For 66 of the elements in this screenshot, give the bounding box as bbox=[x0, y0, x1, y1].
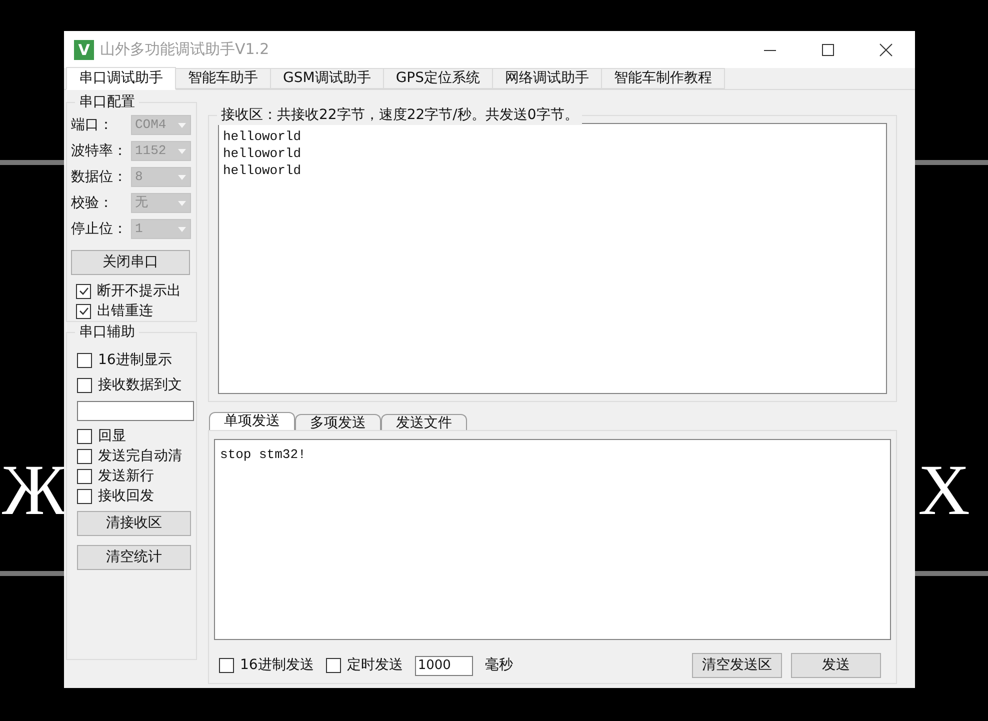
push-button[interactable]: 清空统计 bbox=[77, 545, 191, 570]
checkbox[interactable] bbox=[326, 658, 341, 673]
checkbox[interactable] bbox=[77, 468, 92, 484]
tab[interactable]: 智能车助手 bbox=[175, 68, 271, 89]
check-icon bbox=[78, 307, 88, 315]
unit-label: 毫秒 bbox=[484, 656, 513, 675]
interval-field[interactable]: 1000 bbox=[414, 656, 473, 676]
caret-icon bbox=[178, 226, 186, 232]
received-line: helloworld bbox=[223, 145, 302, 162]
checkbox-label: 16进制显示 bbox=[98, 350, 172, 370]
caret-icon bbox=[178, 174, 186, 180]
checkbox-label: 接收数据到文 bbox=[98, 376, 182, 394]
window-title: 山外多功能调试助手V1.2 bbox=[100, 39, 270, 60]
checkbox-label: 发送新行 bbox=[98, 466, 154, 486]
field-label: 数据位： bbox=[71, 168, 128, 186]
checkbox[interactable] bbox=[77, 352, 92, 368]
push-button[interactable]: 关闭串口 bbox=[71, 250, 190, 275]
backdrop-letter: Ж bbox=[2, 449, 67, 532]
received-line: helloworld bbox=[223, 162, 302, 179]
send-text-area[interactable]: stop stm32! bbox=[214, 439, 891, 640]
checkbox-label: 出错重连 bbox=[97, 302, 153, 320]
group-title: 接收区：共接收22字节，速度22字节/秒。共发送0字节。 bbox=[217, 105, 582, 125]
tab[interactable]: 单项发送 bbox=[209, 412, 295, 430]
checkbox-label: 定时发送 bbox=[346, 656, 403, 675]
checkbox[interactable] bbox=[77, 428, 92, 444]
receive-area[interactable]: helloworld helloworld helloworld bbox=[218, 123, 887, 394]
close-icon[interactable] bbox=[879, 42, 893, 56]
checkbox-label: 回显 bbox=[98, 426, 126, 446]
checkbox[interactable] bbox=[77, 378, 92, 392]
received-line: helloworld bbox=[223, 128, 302, 145]
dropdown-value: COM4 bbox=[135, 116, 168, 134]
push-button[interactable]: 发送 bbox=[791, 653, 881, 678]
dropdown-value: 8 bbox=[135, 168, 144, 186]
push-button[interactable]: 清空发送区 bbox=[692, 653, 782, 678]
tab[interactable]: GSM调试助手 bbox=[270, 68, 384, 89]
checkbox[interactable] bbox=[77, 448, 92, 464]
backdrop-letter: X bbox=[918, 449, 970, 532]
check-icon bbox=[78, 287, 88, 295]
checkbox-label: 断开不提示出 bbox=[97, 282, 181, 300]
field-label: 停止位： bbox=[71, 220, 128, 238]
checkbox[interactable] bbox=[76, 284, 91, 298]
field-label: 校验： bbox=[71, 194, 114, 212]
field-label: 波特率： bbox=[71, 142, 128, 160]
dropdown-value: 1 bbox=[135, 220, 144, 238]
tab[interactable]: 智能车制作教程 bbox=[601, 68, 726, 89]
tab[interactable]: 串口调试助手 bbox=[66, 67, 176, 90]
checkbox[interactable] bbox=[76, 304, 91, 318]
dropdown-value: 无 bbox=[135, 194, 149, 212]
push-button[interactable]: 清接收区 bbox=[77, 511, 191, 536]
tab[interactable]: GPS定位系统 bbox=[382, 68, 494, 89]
tab[interactable]: 发送文件 bbox=[381, 414, 467, 430]
checkbox-label: 发送完自动清 bbox=[98, 446, 182, 466]
tab[interactable]: 多项发送 bbox=[295, 414, 381, 430]
dropdown-value: 1152 bbox=[135, 142, 168, 160]
field-label: 端口： bbox=[71, 116, 114, 134]
file-path-field[interactable] bbox=[77, 401, 194, 421]
caret-icon bbox=[178, 122, 186, 128]
checkbox[interactable] bbox=[77, 488, 92, 504]
checkbox-label: 接收回发 bbox=[98, 486, 154, 506]
app-logo: V bbox=[74, 40, 94, 60]
checkbox-label: 16进制发送 bbox=[240, 656, 314, 675]
maximize-icon[interactable] bbox=[821, 42, 835, 56]
caret-icon bbox=[178, 200, 186, 206]
tab[interactable]: 网络调试助手 bbox=[492, 68, 602, 89]
checkbox[interactable] bbox=[219, 658, 234, 673]
caret-icon bbox=[178, 148, 186, 154]
